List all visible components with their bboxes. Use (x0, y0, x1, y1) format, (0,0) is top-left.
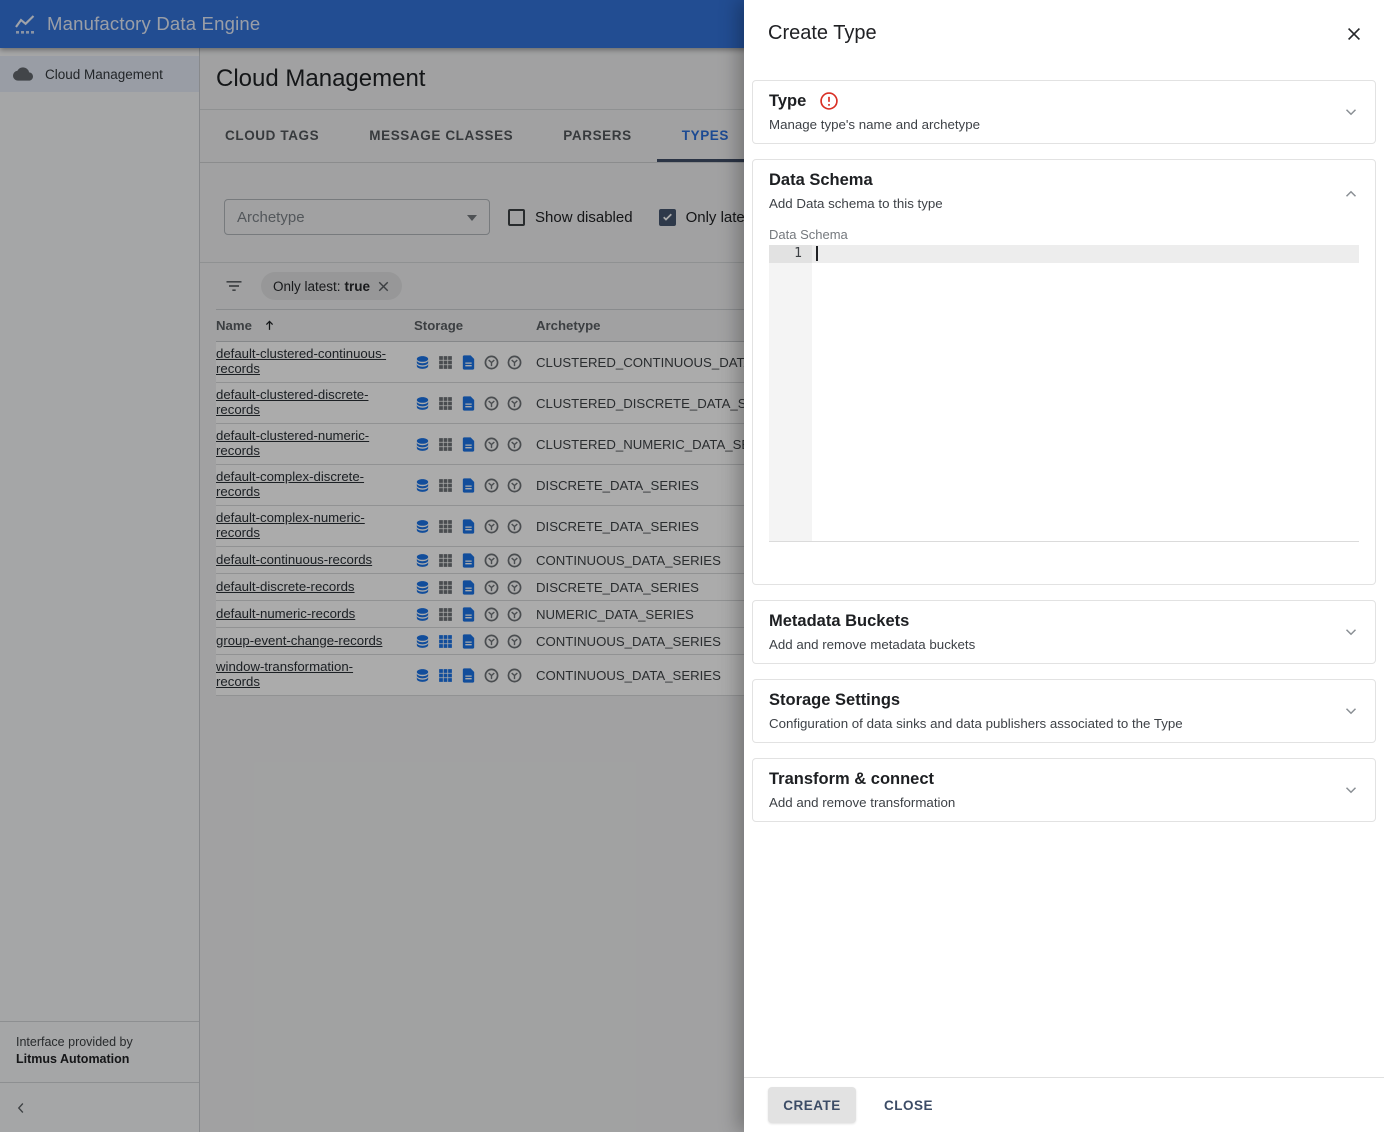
close-drawer-button[interactable] (1341, 21, 1367, 47)
section-storage-settings[interactable]: Storage Settings Configuration of data s… (752, 679, 1376, 743)
drawer-header: Create Type (744, 0, 1384, 80)
drawer-sections: Type Manage type's name and archetype Da… (744, 80, 1384, 822)
section-transform-connect[interactable]: Transform & connect Add and remove trans… (752, 758, 1376, 822)
section-transform-connect-subtitle: Add and remove transformation (769, 794, 1359, 811)
editor-gutter (769, 245, 812, 541)
editor-text-cursor (816, 246, 818, 261)
section-metadata-buckets-subtitle: Add and remove metadata buckets (769, 636, 1359, 653)
editor-active-line (769, 245, 1359, 263)
create-type-drawer: Create Type Type Manage type's name and … (744, 0, 1384, 1132)
close-button[interactable]: CLOSE (868, 1087, 949, 1123)
drawer-title: Create Type (768, 22, 877, 44)
editor-line-number: 1 (769, 245, 812, 263)
section-data-schema-title: Data Schema (769, 170, 873, 190)
app-root: Manufactory Data Engine Cloud Management… (0, 0, 1384, 1132)
chevron-down-icon (1342, 623, 1360, 641)
error-outline-icon (819, 91, 839, 111)
section-data-schema-subtitle: Add Data schema to this type (769, 195, 1359, 212)
chevron-down-icon (1342, 781, 1360, 799)
expand-section-button[interactable] (1339, 699, 1363, 723)
section-type[interactable]: Type Manage type's name and archetype (752, 80, 1376, 144)
chevron-down-icon (1342, 103, 1360, 121)
data-schema-editor[interactable]: 1 (769, 245, 1359, 542)
create-button[interactable]: CREATE (768, 1087, 856, 1123)
section-transform-connect-title: Transform & connect (769, 769, 934, 789)
expand-section-button[interactable] (1339, 620, 1363, 644)
expand-section-button[interactable] (1339, 100, 1363, 124)
chevron-up-icon (1342, 185, 1360, 203)
section-metadata-buckets-title: Metadata Buckets (769, 611, 909, 631)
close-icon (1344, 24, 1364, 44)
section-metadata-buckets[interactable]: Metadata Buckets Add and remove metadata… (752, 600, 1376, 664)
drawer-footer: CREATE CLOSE (744, 1077, 1384, 1132)
chevron-down-icon (1342, 702, 1360, 720)
collapse-section-button[interactable] (1339, 182, 1363, 206)
section-type-subtitle: Manage type's name and archetype (769, 116, 1359, 133)
section-type-title: Type (769, 91, 806, 111)
section-data-schema: Data Schema Add Data schema to this type… (752, 159, 1376, 585)
section-storage-settings-subtitle: Configuration of data sinks and data pub… (769, 715, 1359, 732)
section-storage-settings-title: Storage Settings (769, 690, 900, 710)
data-schema-field-label: Data Schema (769, 227, 1359, 242)
expand-section-button[interactable] (1339, 778, 1363, 802)
